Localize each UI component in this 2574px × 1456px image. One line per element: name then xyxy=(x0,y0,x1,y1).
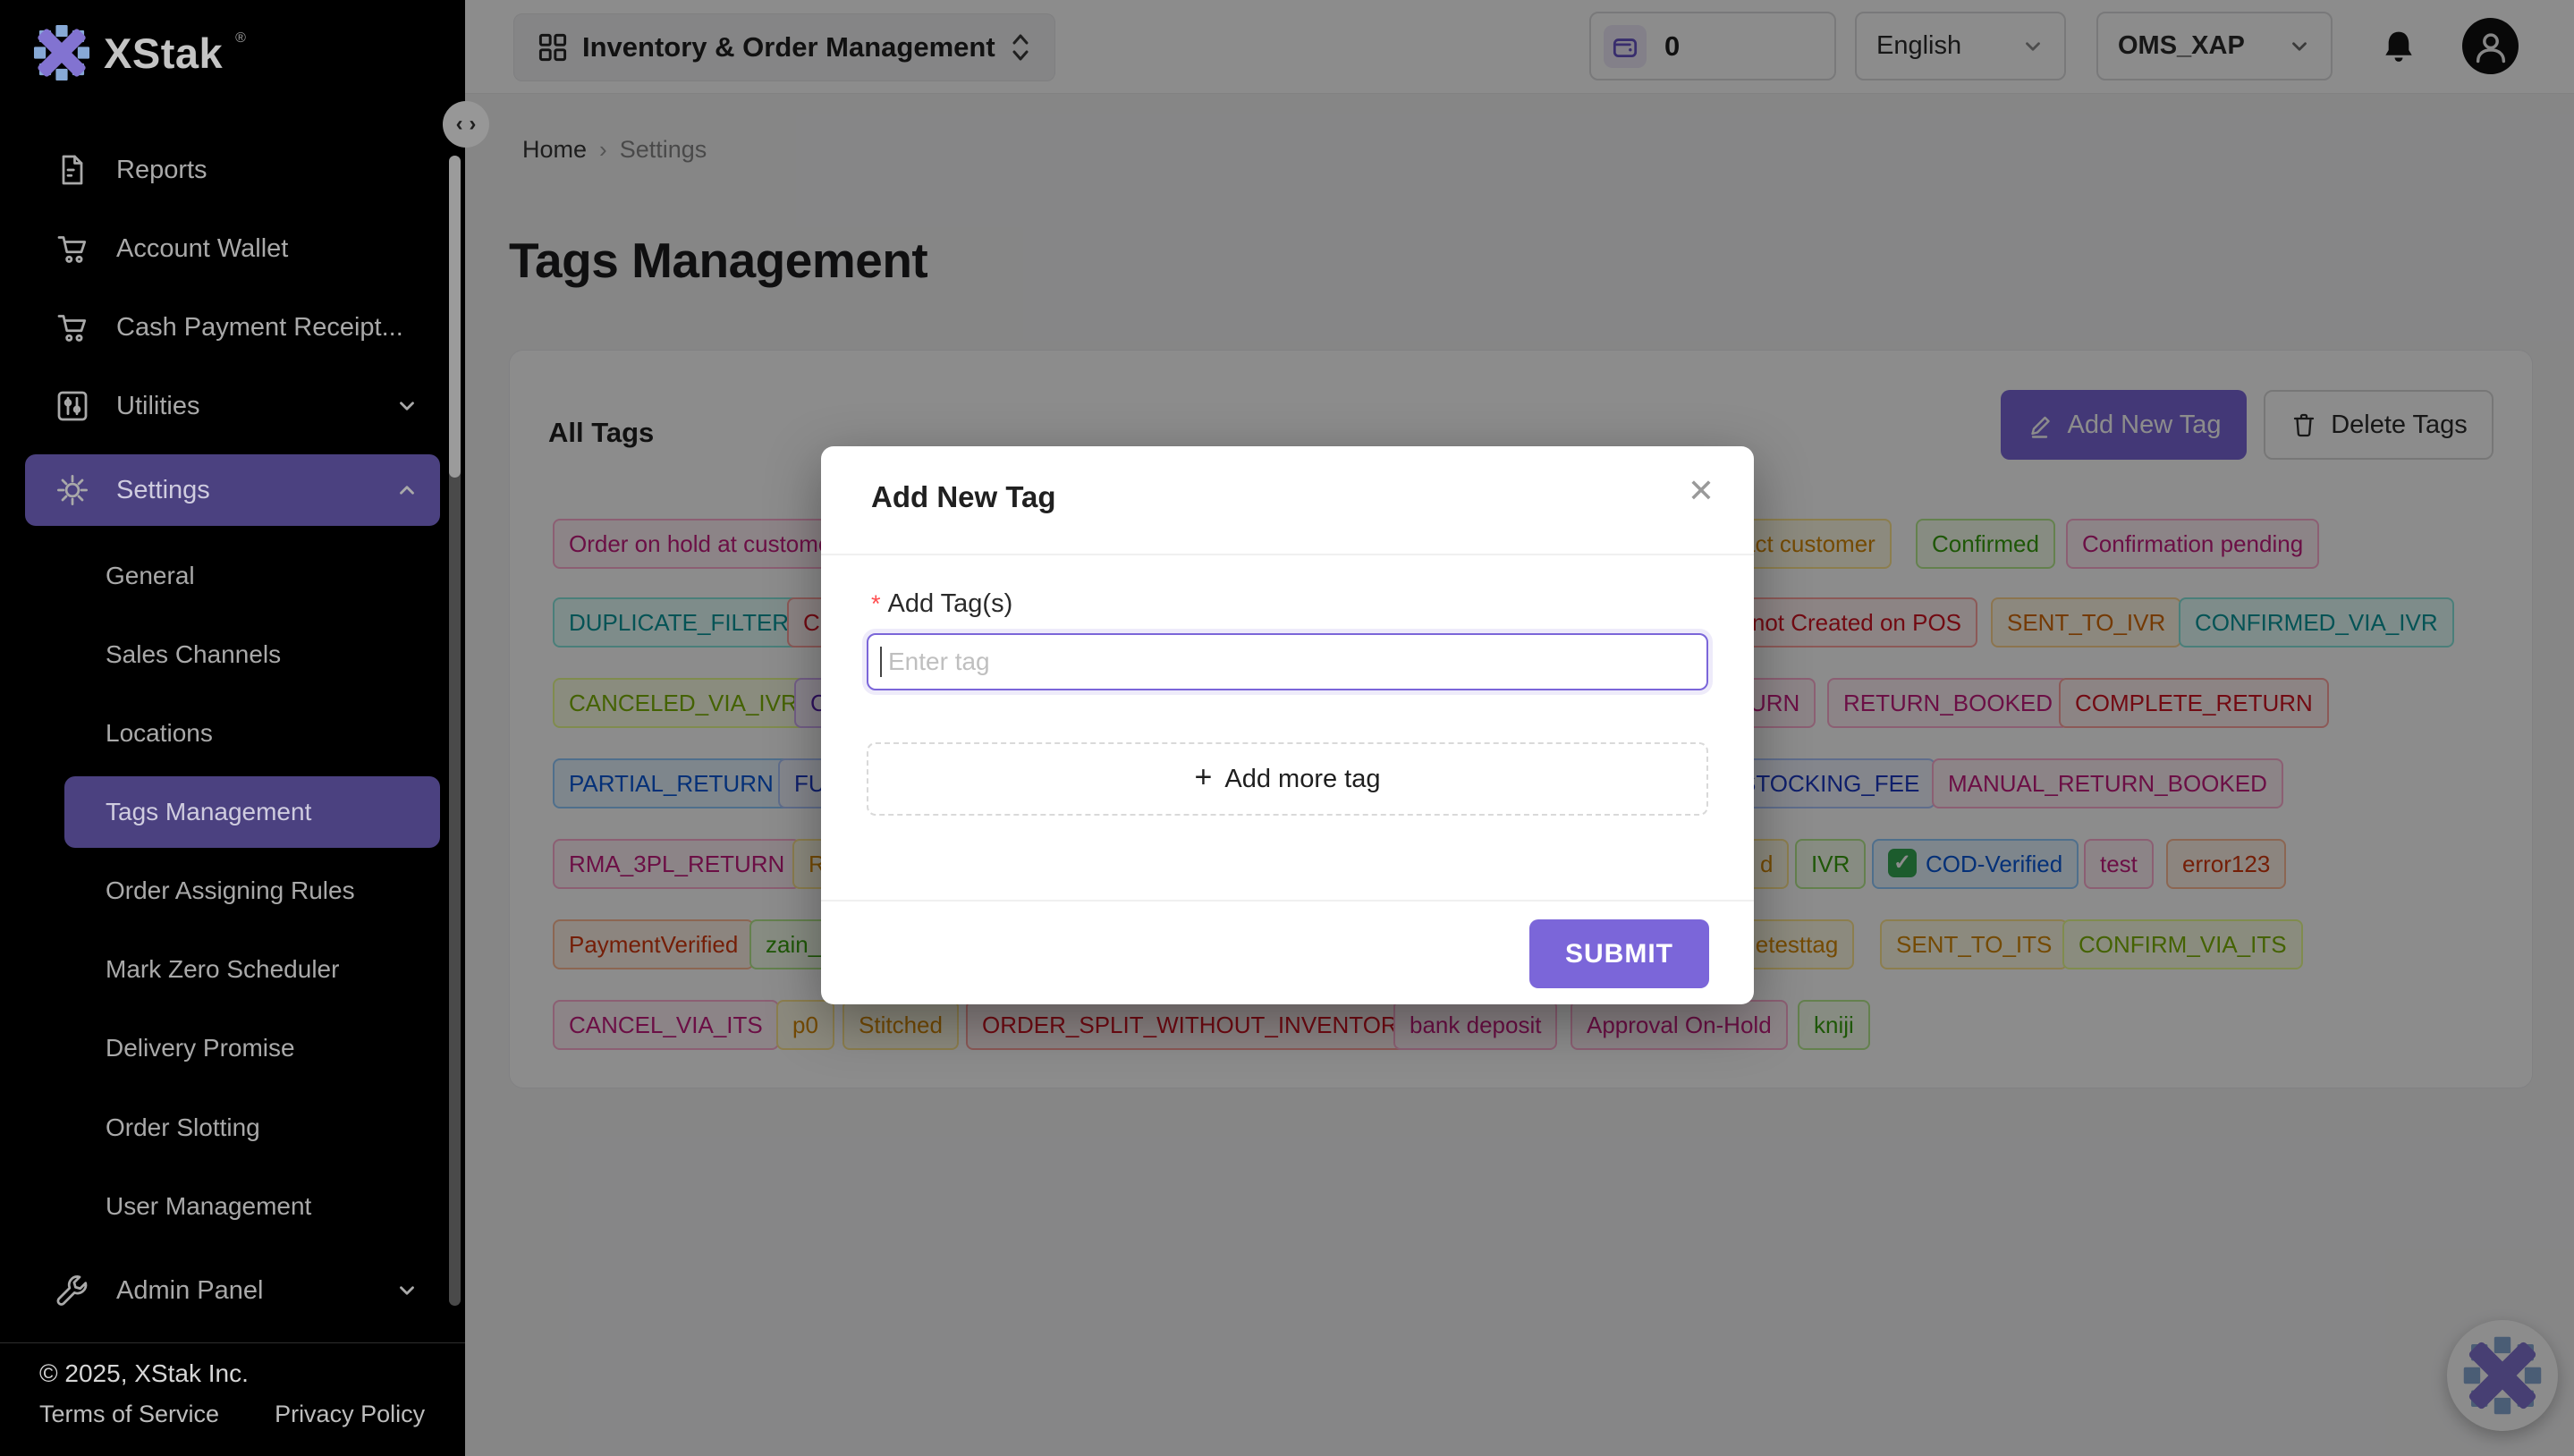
sidebar-item-label: Admin Panel xyxy=(116,1276,263,1306)
xstak-flower-icon xyxy=(32,23,91,82)
sidebar-item-label: Settings xyxy=(116,476,210,505)
sidebar-item-settings[interactable]: Settings xyxy=(25,454,440,526)
sidebar-item-label: Delivery Promise xyxy=(106,1034,295,1062)
add-more-tag-label: Add more tag xyxy=(1224,765,1380,794)
modal-header-divider xyxy=(821,554,1754,555)
sidebar-footer: © 2025, XStak Inc. Terms of Service Priv… xyxy=(0,1342,465,1456)
sidebar-item-label: Order Assigning Rules xyxy=(106,876,355,905)
brand-name: XStak xyxy=(104,29,223,78)
terms-link[interactable]: Terms of Service xyxy=(39,1401,219,1428)
sidebar-scrollbar-thumb[interactable] xyxy=(449,156,461,478)
wrench-icon xyxy=(54,1273,91,1308)
plus-icon: + xyxy=(1195,760,1213,795)
privacy-link[interactable]: Privacy Policy xyxy=(275,1401,425,1428)
sidebar-item-order-assigning-rules[interactable]: Order Assigning Rules xyxy=(64,855,440,927)
sidebar-item-sales-channels[interactable]: Sales Channels xyxy=(64,619,440,690)
cart-icon xyxy=(54,231,91,267)
sidebar-item-label: Reports xyxy=(116,156,207,185)
sidebar-item-label: Account Wallet xyxy=(116,234,288,264)
copyright-text: © 2025, XStak Inc. xyxy=(39,1359,249,1388)
sidebar-item-label: General xyxy=(106,562,195,590)
xstak-logo[interactable]: XStak ® xyxy=(32,23,246,82)
app-root: Inventory & Order Management 0 English xyxy=(0,0,2574,1456)
collapse-icon: ‹ › xyxy=(456,114,477,135)
sidebar-item-reports[interactable]: Reports xyxy=(25,134,440,206)
sidebar-item-delivery-promise[interactable]: Delivery Promise xyxy=(64,1012,440,1084)
sidebar-item-label: Locations xyxy=(106,719,213,748)
close-icon[interactable]: ✕ xyxy=(1688,475,1715,507)
sidebar-item-label: Sales Channels xyxy=(106,640,281,669)
modal-footer-divider xyxy=(821,900,1754,902)
modal-title: Add New Tag xyxy=(871,480,1056,514)
sidebar-item-general[interactable]: General xyxy=(64,540,440,612)
add-more-tag-button[interactable]: + Add more tag xyxy=(867,742,1708,816)
sidebar-item-label: Mark Zero Scheduler xyxy=(106,955,339,984)
chevron-up-icon xyxy=(395,478,419,502)
sidebar-collapse-button[interactable]: ‹ › xyxy=(443,101,489,148)
gear-icon xyxy=(54,472,91,508)
sidebar-item-label: Cash Payment Receipt... xyxy=(116,313,403,343)
add-new-tag-modal: Add New Tag ✕ *Add Tag(s) + Add more tag… xyxy=(821,446,1754,1004)
sidebar-item-locations[interactable]: Locations xyxy=(64,698,440,769)
registered-mark: ® xyxy=(235,30,246,47)
sidebar-item-label: User Management xyxy=(106,1192,311,1221)
sidebar-item-label: Tags Management xyxy=(106,798,311,826)
sidebar-item-utilities[interactable]: Utilities xyxy=(25,370,440,442)
sidebar-item-account-wallet[interactable]: Account Wallet xyxy=(25,213,440,284)
cart-icon xyxy=(54,309,91,345)
sidebar-item-label: Utilities xyxy=(116,392,199,421)
sidebar: XStak ® Reports Account Wallet Cash Paymen… xyxy=(0,0,465,1456)
add-tags-label: *Add Tag(s) xyxy=(871,589,1012,619)
submit-button[interactable]: SUBMIT xyxy=(1529,919,1709,988)
text-caret xyxy=(880,647,882,677)
sliders-icon xyxy=(54,388,91,424)
sidebar-item-cash-payment-receipt[interactable]: Cash Payment Receipt... xyxy=(25,292,440,363)
tag-input[interactable] xyxy=(867,633,1708,690)
report-icon xyxy=(54,152,91,188)
sidebar-item-label: Order Slotting xyxy=(106,1113,260,1142)
sidebar-item-admin-panel[interactable]: Admin Panel xyxy=(25,1255,440,1326)
sidebar-item-tags-management[interactable]: Tags Management xyxy=(64,776,440,848)
sidebar-item-order-slotting[interactable]: Order Slotting xyxy=(64,1092,440,1164)
sidebar-item-user-management[interactable]: User Management xyxy=(64,1171,440,1242)
sidebar-item-mark-zero-scheduler[interactable]: Mark Zero Scheduler xyxy=(64,934,440,1005)
chevron-down-icon xyxy=(395,394,419,418)
chevron-down-icon xyxy=(395,1279,419,1302)
required-asterisk: * xyxy=(871,590,881,617)
